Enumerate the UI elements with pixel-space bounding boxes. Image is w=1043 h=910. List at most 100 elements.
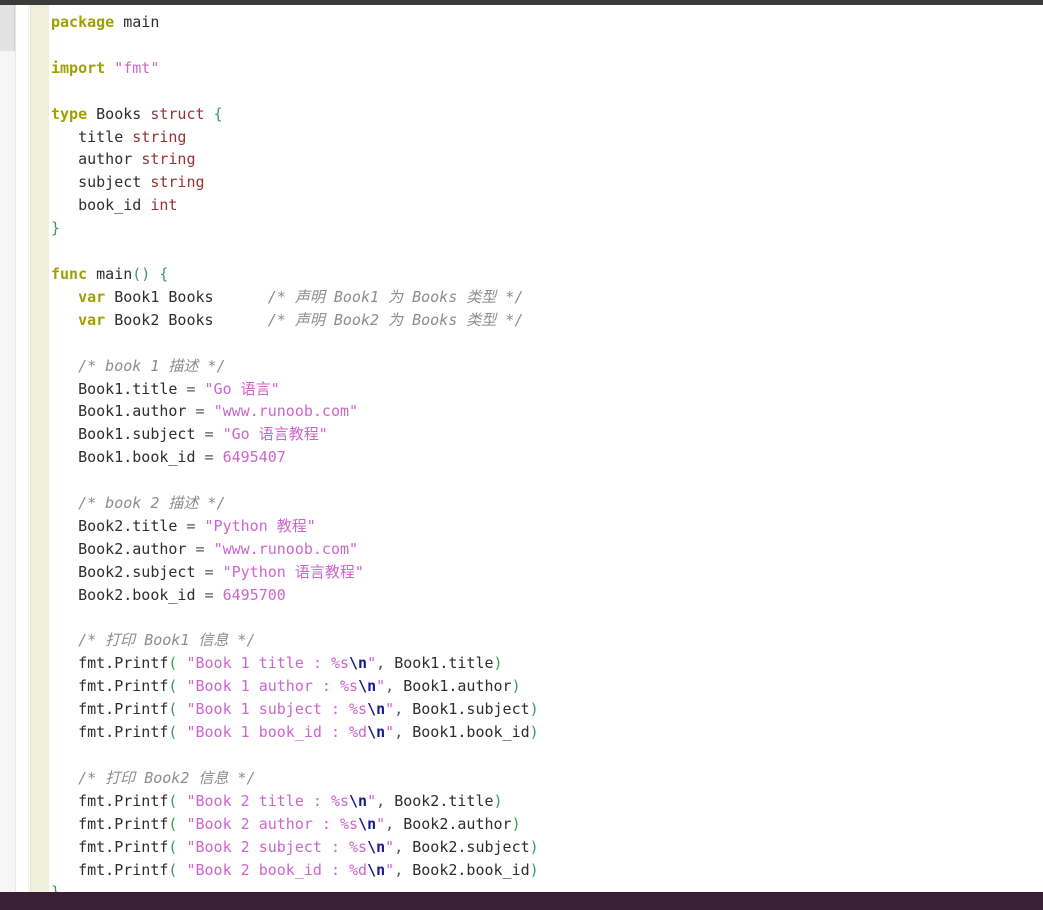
code-line-7: author string [51,150,196,169]
comma-3: , [394,700,404,719]
paren-open-2: ( [168,677,178,696]
comma-4: , [394,723,404,742]
escape-newline-5: \n [349,791,368,810]
code-surface[interactable]: package main import "fmt" type Books str… [49,5,1043,892]
equals-2: = [195,402,205,421]
space-5 [205,105,214,123]
paren-open-6: ( [168,814,178,833]
comment-print-book1: /* 打印 Book1 信息 */ [78,631,256,650]
format-string-1a: "Book 1 title : %s [186,654,350,673]
format-string-4b: " [385,723,395,742]
assign-target-book2-subject: Book2.subject [78,562,196,581]
call-printf-5: fmt.Printf [78,791,169,810]
code-line-12: func main() { [51,265,168,283]
format-string-2a: "Book 1 author : %s [186,677,359,696]
code-line-13: var Book1 Books /* 声明 Book1 为 Books 类型 *… [51,288,523,306]
vertical-scrollbar-track[interactable] [0,5,16,892]
code-line-29: fmt.Printf( "Book 1 title : %s\n", Book1… [51,654,503,673]
code-line-25: Book2.subject = "Python 语言教程" [51,563,364,581]
struct-field-author: author [78,150,133,169]
call-printf-4: fmt.Printf [78,723,169,742]
comma-5: , [376,791,386,810]
space-7 [132,150,141,168]
assign-target-book2-bookid: Book2.book_id [78,585,196,604]
printf-arg-6: Book2.author [403,814,512,833]
escape-newline-4: \n [367,723,386,742]
paren-open-4: ( [168,723,178,742]
code-line-10: } [51,219,60,237]
escape-newline-3: \n [367,700,386,719]
paren-close-5: ) [493,791,503,810]
code-viewer: package main import "fmt" type Books str… [0,0,1043,910]
code-line-19: Book1.subject = "Go 语言教程" [51,425,328,443]
space-9 [141,196,150,214]
format-string-6b: " [376,814,386,833]
code-line-1: package main [51,13,159,31]
assign-target-book2-author: Book2.author [78,539,187,558]
code-line-39: } [51,883,60,892]
comment-book1-desc: /* book 1 描述 */ [78,356,226,375]
func-name-main: main [96,264,133,283]
equals-8: = [204,585,214,604]
escape-newline-7: \n [367,837,386,856]
paren-close-4: ) [529,723,539,742]
paren-open-8: ( [168,860,178,879]
paren-close-1: ) [493,654,503,673]
code-line-32: fmt.Printf( "Book 1 book_id : %d\n", Boo… [51,723,539,741]
equals-5: = [186,516,196,535]
paren-open-5: ( [168,791,178,810]
code-line-20: Book1.book_id = 6495407 [51,448,286,466]
code-line-22: /* book 2 描述 */ [51,494,225,512]
printf-arg-1: Book1.title [394,654,494,673]
type-name-books: Books [96,104,142,123]
format-string-7a: "Book 2 subject : %s [186,837,368,856]
paren-open-7: ( [168,837,178,856]
space-3 [87,105,96,123]
value-book2-bookid: 6495700 [222,585,286,604]
struct-field-bookid-type: int [150,196,178,215]
comment-book2-decl: /* 声明 Book2 为 Books 类型 */ [267,310,524,329]
space-12 [105,288,114,306]
value-book2-subject: "Python 语言教程" [222,562,364,581]
equals-6: = [195,539,205,558]
format-string-8b: " [385,860,395,879]
assign-target-book2-title: Book2.title [78,516,178,535]
value-book1-title: "Go 语言" [204,379,280,398]
struct-field-author-type: string [141,150,196,169]
keyword-var-1: var [78,287,106,306]
equals-3: = [204,425,214,444]
package-name: main [123,13,160,31]
format-string-2b: " [376,677,386,696]
printf-arg-8: Book2.book_id [412,860,530,879]
import-path-string: "fmt" [114,58,160,77]
code-line-35: fmt.Printf( "Book 2 title : %s\n", Book2… [51,791,503,810]
space-8 [141,173,150,191]
struct-field-title: title [78,127,124,146]
code-line-36: fmt.Printf( "Book 2 author : %s\n", Book… [51,815,521,833]
format-string-3b: " [385,700,395,719]
code-line-17: Book1.title = "Go 语言" [51,380,280,398]
code-line-5: type Books struct { [51,105,223,123]
space-1 [114,13,123,31]
brace-close-struct: } [51,219,61,238]
struct-field-subject-type: string [150,173,205,192]
printf-arg-7: Book2.subject [412,837,530,856]
printf-arg-5: Book2.title [394,791,494,810]
brace-open-main: { [159,264,169,283]
code-line-23: Book2.title = "Python 教程" [51,517,316,535]
call-printf-3: fmt.Printf [78,700,169,719]
struct-field-bookid: book_id [78,196,142,215]
code-line-24: Book2.author = "www.runoob.com" [51,540,358,558]
brace-open-struct: { [213,104,223,123]
format-string-4a: "Book 1 book_id : %d [186,723,368,742]
code-line-26: Book2.book_id = 6495700 [51,586,286,604]
pane-separator [16,5,29,892]
source-code-block[interactable]: package main import "fmt" type Books str… [49,5,1043,892]
escape-newline-2: \n [358,677,377,696]
format-string-7b: " [385,837,395,856]
var-decl-book1: Book1 Books [114,287,214,306]
struct-field-title-type: string [132,127,187,146]
format-string-6a: "Book 2 author : %s [186,814,359,833]
vertical-scrollbar-thumb[interactable] [0,5,15,51]
code-line-18: Book1.author = "www.runoob.com" [51,402,358,420]
